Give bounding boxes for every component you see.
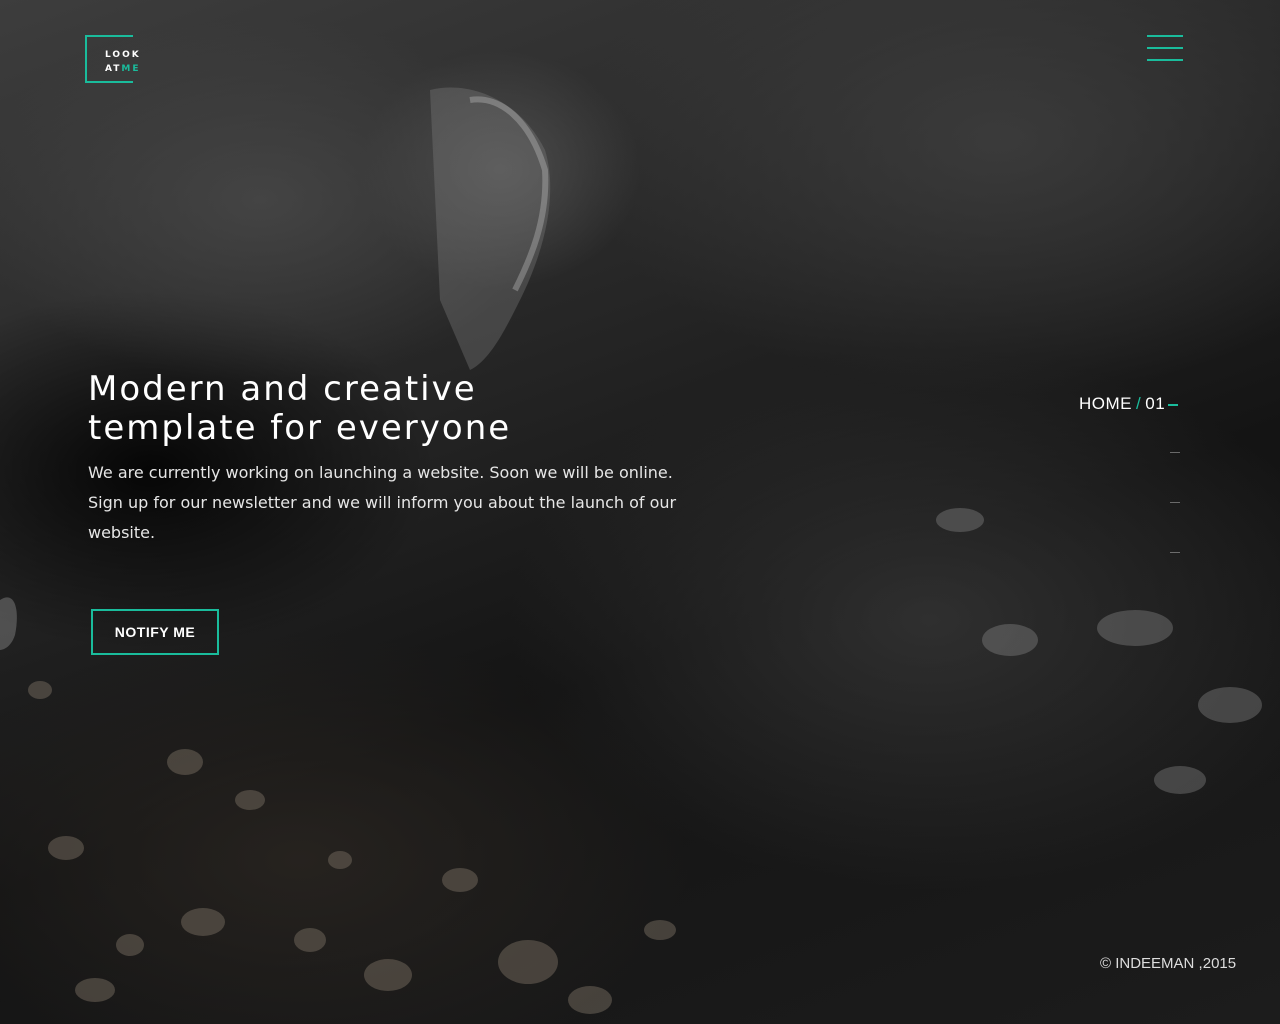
hero-description-line-3: website. xyxy=(88,523,156,542)
slide-nav-item[interactable] xyxy=(1170,552,1180,553)
hero-description-line-1: We are currently working on launching a … xyxy=(88,463,673,482)
slide-navigation xyxy=(1170,452,1180,602)
logo-line-2-plain: AT xyxy=(105,64,122,74)
hero-title: Modern and creative template for everyon… xyxy=(88,370,511,448)
menu-bar-bottom xyxy=(1147,59,1183,61)
logo-text: LOOK ATME xyxy=(105,48,141,76)
notify-me-button[interactable]: NOTIFY ME xyxy=(91,609,219,655)
hamburger-menu-icon[interactable] xyxy=(1147,34,1183,62)
hero-description-line-2: Sign up for our newsletter and we will i… xyxy=(88,493,677,512)
slide-nav-item[interactable] xyxy=(1170,452,1180,453)
logo-line-2-accent: ME xyxy=(121,64,141,74)
menu-bar-middle xyxy=(1147,47,1183,49)
menu-bar-top xyxy=(1147,35,1183,37)
copyright-text: © INDEEMAN ,2015 xyxy=(1100,955,1237,972)
page-section-label: HOME xyxy=(1079,394,1132,413)
hero-title-line-2: template for everyone xyxy=(88,408,512,448)
logo-line-1: LOOK xyxy=(105,50,141,60)
hero-title-line-1: Modern and creative xyxy=(88,369,477,409)
page-number: 01 xyxy=(1145,394,1166,413)
slide-nav-item[interactable] xyxy=(1170,502,1180,503)
page-indicator: HOME/01 xyxy=(1079,393,1179,415)
logo-line-2: ATME xyxy=(105,62,141,76)
logo[interactable]: LOOK ATME xyxy=(85,35,139,83)
active-page-dash xyxy=(1168,403,1179,406)
hero-description: We are currently working on launching a … xyxy=(88,458,728,548)
page-separator: / xyxy=(1136,394,1142,413)
